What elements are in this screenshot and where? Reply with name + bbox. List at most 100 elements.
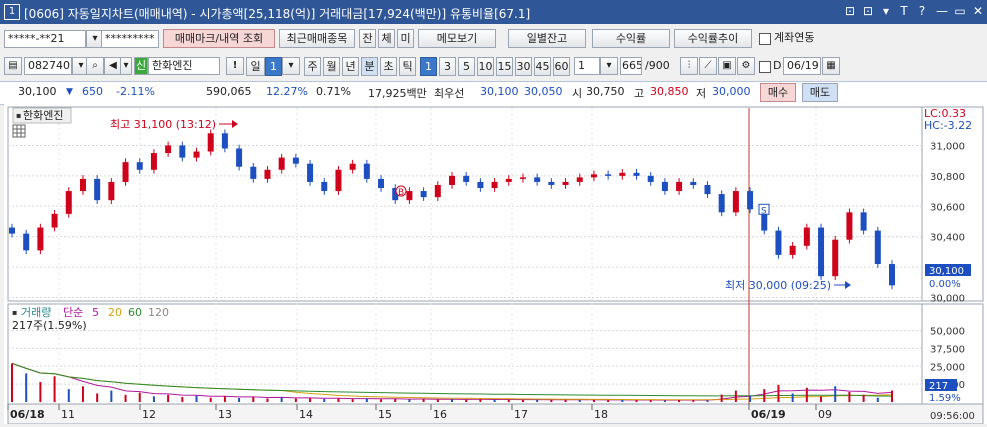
trade-mark-label: B — [398, 188, 404, 198]
interval-60-button[interactable]: 60 — [553, 57, 570, 76]
daily-balance-button[interactable]: 일별잔고 — [508, 29, 586, 48]
draw-tool-icon[interactable]: ⟋ — [699, 57, 717, 75]
period-second-button[interactable]: 초 — [380, 57, 397, 76]
chart-svg[interactable]: 31,00030,80030,60030,40030,20030,000 50,… — [4, 104, 987, 425]
title-bar: 1 [0606] 자동일지차트(매매내역) - 시가총액[25,118(억)] … — [0, 0, 987, 24]
password-field[interactable]: ********* — [101, 30, 159, 48]
volume-bar — [294, 398, 297, 402]
current-price: 30,100 — [18, 85, 57, 98]
candle-body — [236, 148, 243, 167]
volume-bar — [436, 399, 439, 402]
ma-20-label: 20 — [108, 306, 122, 319]
speaker-dropdown-icon[interactable]: ▾ — [120, 57, 132, 75]
date-input[interactable]: 06/19 — [783, 57, 821, 75]
candle-body — [860, 212, 867, 231]
low-label: 저 — [696, 87, 707, 100]
grid-toggle-icon[interactable] — [12, 124, 26, 138]
close-icon[interactable]: ✕ — [971, 4, 985, 18]
interval-dropdown-icon[interactable]: ▾ — [600, 57, 618, 75]
maximize-icon[interactable]: ▭ — [953, 4, 967, 18]
help-icon[interactable]: ? — [915, 4, 929, 18]
executed-button[interactable]: 체 — [378, 29, 395, 48]
volume-bar — [692, 400, 695, 402]
dock-icon[interactable]: ⊡ — [843, 4, 857, 18]
volume-bar — [479, 399, 482, 402]
low-price: 30,000 — [712, 85, 751, 98]
volume-bar — [323, 398, 326, 402]
candle-body — [65, 191, 72, 214]
ma-120-label: 120 — [148, 306, 169, 319]
volume-bar — [507, 399, 510, 402]
minimize-icon[interactable]: — — [935, 4, 949, 18]
interval-3-button[interactable]: 3 — [439, 57, 456, 76]
date-label: D — [773, 59, 782, 72]
price-tick-label: 30,400 — [930, 233, 965, 244]
volume-bar — [337, 398, 340, 402]
sell-button[interactable]: 매도 — [802, 83, 838, 102]
interval-input[interactable]: 1 — [574, 57, 600, 75]
buy-button[interactable]: 매수 — [760, 83, 796, 102]
period-year-button[interactable]: 년 — [342, 57, 359, 76]
interval-45-button[interactable]: 45 — [534, 57, 551, 76]
candle-body — [179, 145, 186, 158]
volume-bar — [663, 400, 666, 402]
recent-trades-button[interactable]: 최근매매종목 — [279, 29, 355, 48]
account-link-checkbox[interactable] — [759, 33, 771, 45]
period-month-button[interactable]: 월 — [323, 57, 340, 76]
period-day-button[interactable]: 일 — [246, 57, 265, 76]
price-tick-label: 30,600 — [930, 202, 965, 213]
candle-body — [193, 151, 200, 158]
volume-value: 590,065 — [206, 85, 252, 98]
alert-button[interactable]: ! — [226, 57, 244, 75]
candle-body — [889, 264, 895, 286]
font-icon[interactable]: T — [897, 4, 911, 18]
interval-10-button[interactable]: 10 — [477, 57, 494, 76]
period-dropdown-icon[interactable]: ▾ — [282, 57, 300, 75]
volume-bar — [805, 387, 808, 402]
hc-label: HC:-3.22 — [924, 119, 972, 132]
save-icon[interactable]: ▣ — [718, 57, 736, 75]
volume-bar — [451, 399, 453, 402]
open-price: 30,750 — [586, 85, 625, 98]
interval-5-button[interactable]: 5 — [458, 57, 475, 76]
volume-bar — [39, 382, 42, 402]
gear-icon[interactable]: ⚙ — [737, 57, 755, 75]
trade-mark-query-button[interactable]: 매매마크/내역 조회 — [163, 29, 275, 48]
chart-area[interactable]: 31,00030,80030,60030,40030,20030,000 50,… — [4, 104, 987, 425]
search-icon[interactable]: ⌕ — [86, 57, 104, 75]
profit-trend-button[interactable]: 수익률추이 — [674, 29, 752, 48]
candle-body — [661, 181, 668, 192]
layout-icon[interactable]: ▤ — [4, 57, 22, 75]
date-checkbox[interactable] — [759, 61, 771, 73]
stock-code-input[interactable]: 082740 — [24, 57, 72, 75]
indicator-icon[interactable]: ⫶ — [680, 57, 698, 75]
trade-mark-label: S — [761, 206, 767, 216]
calendar-icon[interactable]: ▦ — [822, 57, 840, 75]
interval-15-button[interactable]: 15 — [496, 57, 513, 76]
stock-name-field[interactable]: 한화엔진 — [148, 57, 220, 75]
current-pct-label: 0.00% — [929, 279, 961, 290]
volume-bar — [67, 389, 70, 402]
period-number-field[interactable]: 1 — [265, 57, 282, 76]
period-week-button[interactable]: 주 — [304, 57, 321, 76]
volume-tick-label: 25,000 — [930, 362, 965, 373]
balance-button[interactable]: 잔 — [359, 29, 376, 48]
account-select[interactable]: *****-**21 — [4, 30, 86, 48]
interval-30-button[interactable]: 30 — [515, 57, 532, 76]
profit-button[interactable]: 수익률 — [592, 29, 670, 48]
data-count-input[interactable]: 665 — [620, 57, 642, 75]
link-icon[interactable]: ⊡ — [861, 4, 875, 18]
volume-bar — [706, 400, 709, 402]
pin-icon[interactable]: ▾ — [879, 4, 893, 18]
period-minute-button[interactable]: 분 — [361, 57, 378, 76]
price-panel — [7, 106, 923, 302]
unexecuted-button[interactable]: 미 — [397, 29, 414, 48]
period-tick-button[interactable]: 틱 — [399, 57, 416, 76]
candle-body — [363, 163, 370, 179]
ma-type-label: 단순 — [63, 306, 83, 319]
current-price-label: 30,100 — [929, 266, 964, 277]
volume-bar — [266, 398, 269, 402]
interval-1-button[interactable]: 1 — [420, 57, 437, 76]
memo-button[interactable]: 메모보기 — [418, 29, 496, 48]
candle-body — [789, 245, 796, 255]
